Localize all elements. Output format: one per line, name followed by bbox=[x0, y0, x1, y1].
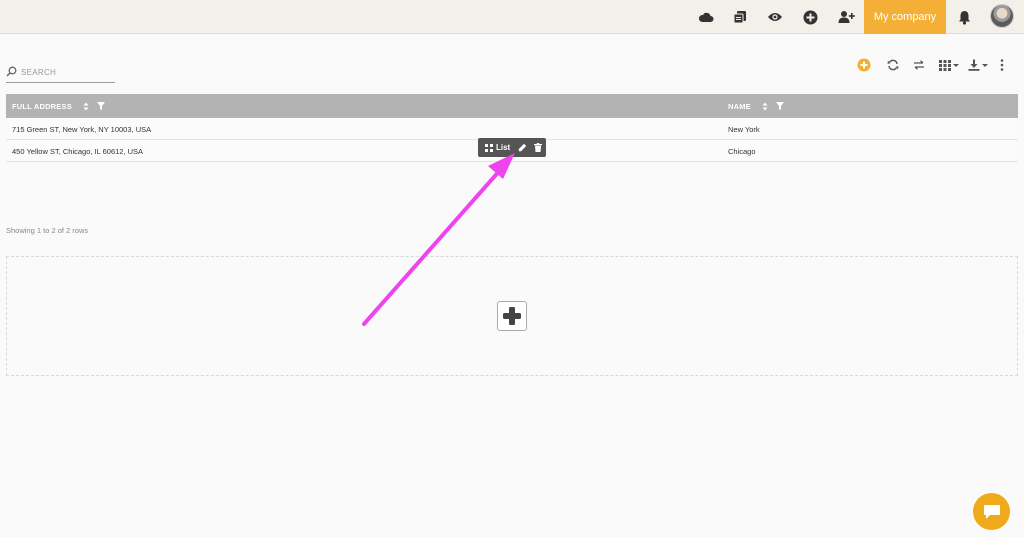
top-navbar: My company bbox=[0, 0, 1024, 34]
eye-icon[interactable] bbox=[765, 7, 785, 27]
plus-icon bbox=[503, 307, 521, 325]
plus-circle-icon[interactable] bbox=[800, 7, 820, 27]
search-box bbox=[6, 63, 115, 83]
more-vertical-icon[interactable] bbox=[1000, 57, 1004, 73]
search-icon bbox=[6, 64, 17, 82]
cell-full-address: 450 Yellow ST, Chicago, IL 60612, USA bbox=[12, 146, 144, 156]
add-block-button[interactable] bbox=[497, 301, 527, 331]
table-header: FULL ADDRESS NAME bbox=[6, 94, 1018, 118]
widget-label: List bbox=[496, 143, 511, 152]
move-icon[interactable] bbox=[485, 143, 493, 152]
trash-icon[interactable] bbox=[534, 143, 543, 152]
chevron-down-icon bbox=[982, 63, 988, 67]
filter-icon[interactable] bbox=[775, 102, 784, 110]
widget-toolbar: List bbox=[478, 138, 546, 157]
transfer-icon[interactable] bbox=[913, 57, 925, 73]
edit-icon[interactable] bbox=[518, 143, 527, 152]
cell-name: New York bbox=[728, 124, 760, 134]
bell-icon[interactable] bbox=[954, 7, 974, 27]
chat-icon bbox=[983, 504, 1000, 519]
column-header-name[interactable]: NAME bbox=[728, 94, 784, 118]
chat-button[interactable] bbox=[973, 493, 1010, 530]
pagination-info: Showing 1 to 2 of 2 rows bbox=[6, 226, 89, 235]
cell-full-address: 715 Green ST, New York, NY 10003, USA bbox=[12, 124, 152, 134]
chevron-down-icon bbox=[953, 63, 959, 67]
documents-icon[interactable] bbox=[730, 7, 750, 27]
filter-icon[interactable] bbox=[96, 102, 105, 110]
sort-icon[interactable] bbox=[83, 102, 89, 111]
sort-icon[interactable] bbox=[762, 102, 768, 111]
download-icon[interactable] bbox=[968, 57, 988, 73]
add-circle-icon[interactable] bbox=[857, 57, 871, 73]
search-input[interactable] bbox=[21, 68, 113, 77]
table-row[interactable]: 715 Green ST, New York, NY 10003, USA Ne… bbox=[6, 118, 1018, 140]
column-header-full-address[interactable]: FULL ADDRESS bbox=[12, 94, 105, 118]
cell-name: Chicago bbox=[728, 146, 756, 156]
avatar[interactable] bbox=[990, 4, 1014, 28]
company-button[interactable]: My company bbox=[864, 0, 946, 34]
cloud-icon[interactable] bbox=[696, 7, 716, 27]
refresh-icon[interactable] bbox=[887, 57, 899, 73]
grid-columns-icon[interactable] bbox=[939, 57, 959, 73]
add-user-icon[interactable] bbox=[836, 7, 856, 27]
